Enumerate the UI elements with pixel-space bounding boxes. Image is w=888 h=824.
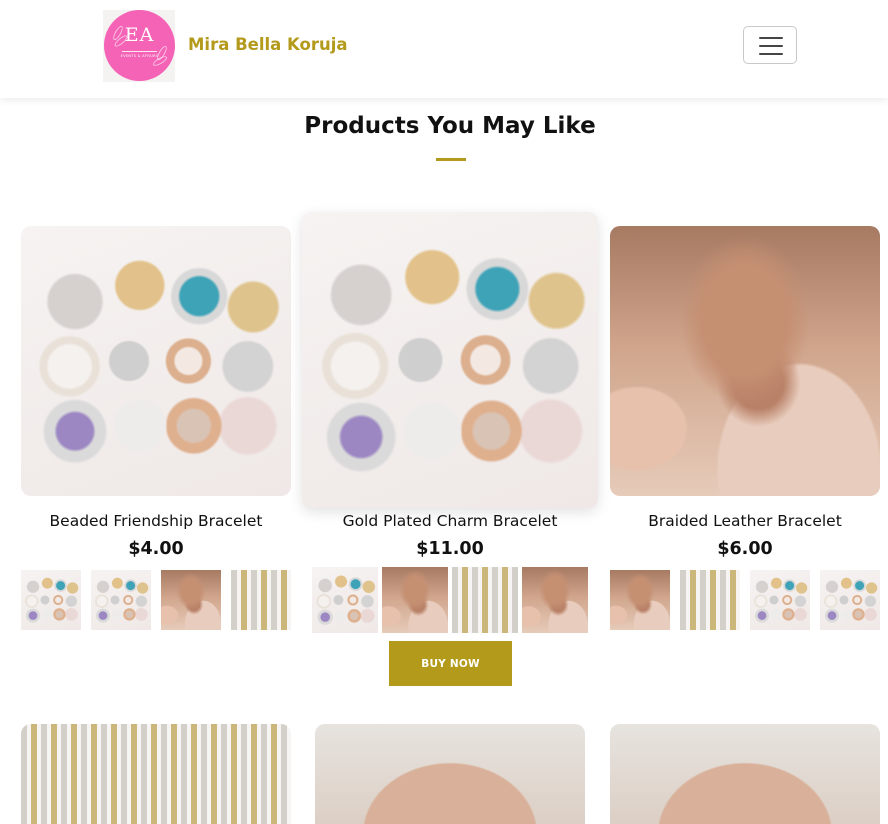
section-title: Products You May Like <box>304 113 596 139</box>
product-thumbnail[interactable] <box>91 570 151 630</box>
product-price: $6.00 <box>717 539 773 559</box>
logo-monogram: EA <box>124 24 155 46</box>
hamburger-menu-icon <box>759 37 783 39</box>
product-name[interactable]: Beaded Friendship Bracelet <box>21 512 291 530</box>
product-thumbnail[interactable] <box>522 567 588 633</box>
product-image[interactable] <box>302 212 598 508</box>
product-image[interactable] <box>610 724 880 824</box>
product-name[interactable]: Braided Leather Bracelet <box>610 512 880 530</box>
product-image[interactable] <box>315 724 585 824</box>
logo-badge: EA EVENTS & AFFAIRS <box>104 10 175 81</box>
menu-toggle-button[interactable] <box>743 26 797 64</box>
product-price: $11.00 <box>416 539 484 559</box>
product-thumbnail[interactable] <box>680 570 740 630</box>
title-underline <box>436 158 466 161</box>
product-name[interactable]: Gold Plated Charm Bracelet <box>302 512 598 530</box>
product-thumbnail[interactable] <box>452 567 518 633</box>
product-thumbnail[interactable] <box>382 567 448 633</box>
logo-divider <box>122 51 157 52</box>
product-thumbnail[interactable] <box>231 570 291 630</box>
navbar: EA EVENTS & AFFAIRS Mira Bella Koruja <box>0 0 888 98</box>
product-thumbnail[interactable] <box>21 570 81 630</box>
product-image[interactable] <box>21 724 291 824</box>
product-image[interactable] <box>610 226 880 496</box>
brand-logo[interactable]: EA EVENTS & AFFAIRS <box>103 10 175 82</box>
hamburger-menu-icon <box>759 45 783 47</box>
hamburger-menu-icon <box>759 53 783 55</box>
product-thumbnail[interactable] <box>820 570 880 630</box>
logo-tagline: EVENTS & AFFAIRS <box>120 54 159 58</box>
product-image[interactable] <box>21 226 291 496</box>
product-thumbnail[interactable] <box>161 570 221 630</box>
brand-name[interactable]: Mira Bella Koruja <box>188 35 348 54</box>
product-thumbnail[interactable] <box>610 570 670 630</box>
product-thumbnail[interactable] <box>750 570 810 630</box>
product-price: $4.00 <box>128 539 184 559</box>
buy-now-button[interactable]: BUY NOW <box>389 641 512 686</box>
product-thumbnail[interactable] <box>312 567 378 633</box>
